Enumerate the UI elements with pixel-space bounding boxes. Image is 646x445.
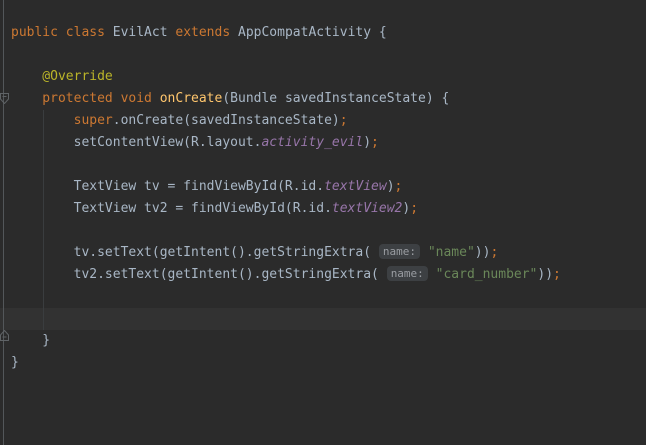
parameter-hint-pill: name: <box>379 244 420 259</box>
code-token: ; <box>490 245 498 260</box>
code-token: "card_number" <box>436 267 538 282</box>
code-line[interactable]: @Override <box>0 66 646 88</box>
code-token: textView <box>324 179 387 194</box>
code-line[interactable] <box>0 44 646 66</box>
code-token: ; <box>371 135 379 150</box>
parameter-hint-pill: name: <box>387 266 428 281</box>
code-token: tv2.setText(getIntent().getStringExtra( <box>11 267 387 282</box>
code-line[interactable]: TextView tv = findViewById(R.id.textView… <box>0 176 646 198</box>
code-token: protected void <box>11 91 160 106</box>
code-token: TextView tv2 = findViewById(R.id. <box>11 201 332 216</box>
fold-collapse-top-icon[interactable] <box>0 93 9 104</box>
code-editor[interactable]: public class EvilAct extends AppCompatAc… <box>0 0 646 445</box>
code-token: textView2 <box>332 201 402 216</box>
current-line-highlight[interactable] <box>0 308 646 330</box>
code-token: AppCompatActivity { <box>238 25 387 40</box>
code-token: ; <box>340 113 348 128</box>
code-token: } <box>11 333 50 348</box>
code-token: ) <box>363 135 371 150</box>
code-token: tv.setText(getIntent().getStringExtra( <box>11 245 379 260</box>
code-line[interactable]: public class EvilAct extends AppCompatAc… <box>0 22 646 44</box>
code-token: (Bundle savedInstanceState) { <box>222 91 449 106</box>
code-token: TextView tv = findViewById(R.id. <box>11 179 324 194</box>
code-token: activity_evil <box>261 135 363 150</box>
code-token: ; <box>553 267 561 282</box>
code-token: ) <box>402 201 410 216</box>
code-token: } <box>11 355 19 370</box>
code-line[interactable]: TextView tv2 = findViewById(R.id.textVie… <box>0 198 646 220</box>
indent-guide <box>43 110 44 330</box>
code-lines-container: public class EvilAct extends AppCompatAc… <box>0 0 646 374</box>
code-token: super <box>11 113 113 128</box>
code-line[interactable]: setContentView(R.layout.activity_evil); <box>0 132 646 154</box>
code-line[interactable]: tv2.setText(getIntent().getStringExtra( … <box>0 264 646 286</box>
code-line[interactable] <box>0 286 646 308</box>
code-line[interactable] <box>0 220 646 242</box>
code-token <box>420 245 428 260</box>
code-token: )) <box>475 245 491 260</box>
code-token: onCreate <box>160 91 223 106</box>
code-token: .onCreate(savedInstanceState) <box>113 113 340 128</box>
fold-collapse-bottom-icon[interactable] <box>0 330 9 341</box>
code-token: "name" <box>428 245 475 260</box>
gutter-separator-line <box>3 0 4 445</box>
code-token: ; <box>410 201 418 216</box>
code-token: EvilAct <box>113 25 176 40</box>
code-line[interactable] <box>0 154 646 176</box>
code-line[interactable]: tv.setText(getIntent().getStringExtra( n… <box>0 242 646 264</box>
code-line[interactable]: super.onCreate(savedInstanceState); <box>0 110 646 132</box>
code-line[interactable]: } <box>0 330 646 352</box>
code-token: setContentView(R.layout. <box>11 135 261 150</box>
code-token: extends <box>175 25 238 40</box>
code-token: )) <box>537 267 553 282</box>
code-token <box>428 267 436 282</box>
code-line[interactable]: } <box>0 352 646 374</box>
code-token: ) <box>387 179 395 194</box>
code-token: @Override <box>11 69 113 84</box>
code-token: public class <box>11 25 113 40</box>
code-token: ; <box>395 179 403 194</box>
code-line[interactable]: protected void onCreate(Bundle savedInst… <box>0 88 646 110</box>
